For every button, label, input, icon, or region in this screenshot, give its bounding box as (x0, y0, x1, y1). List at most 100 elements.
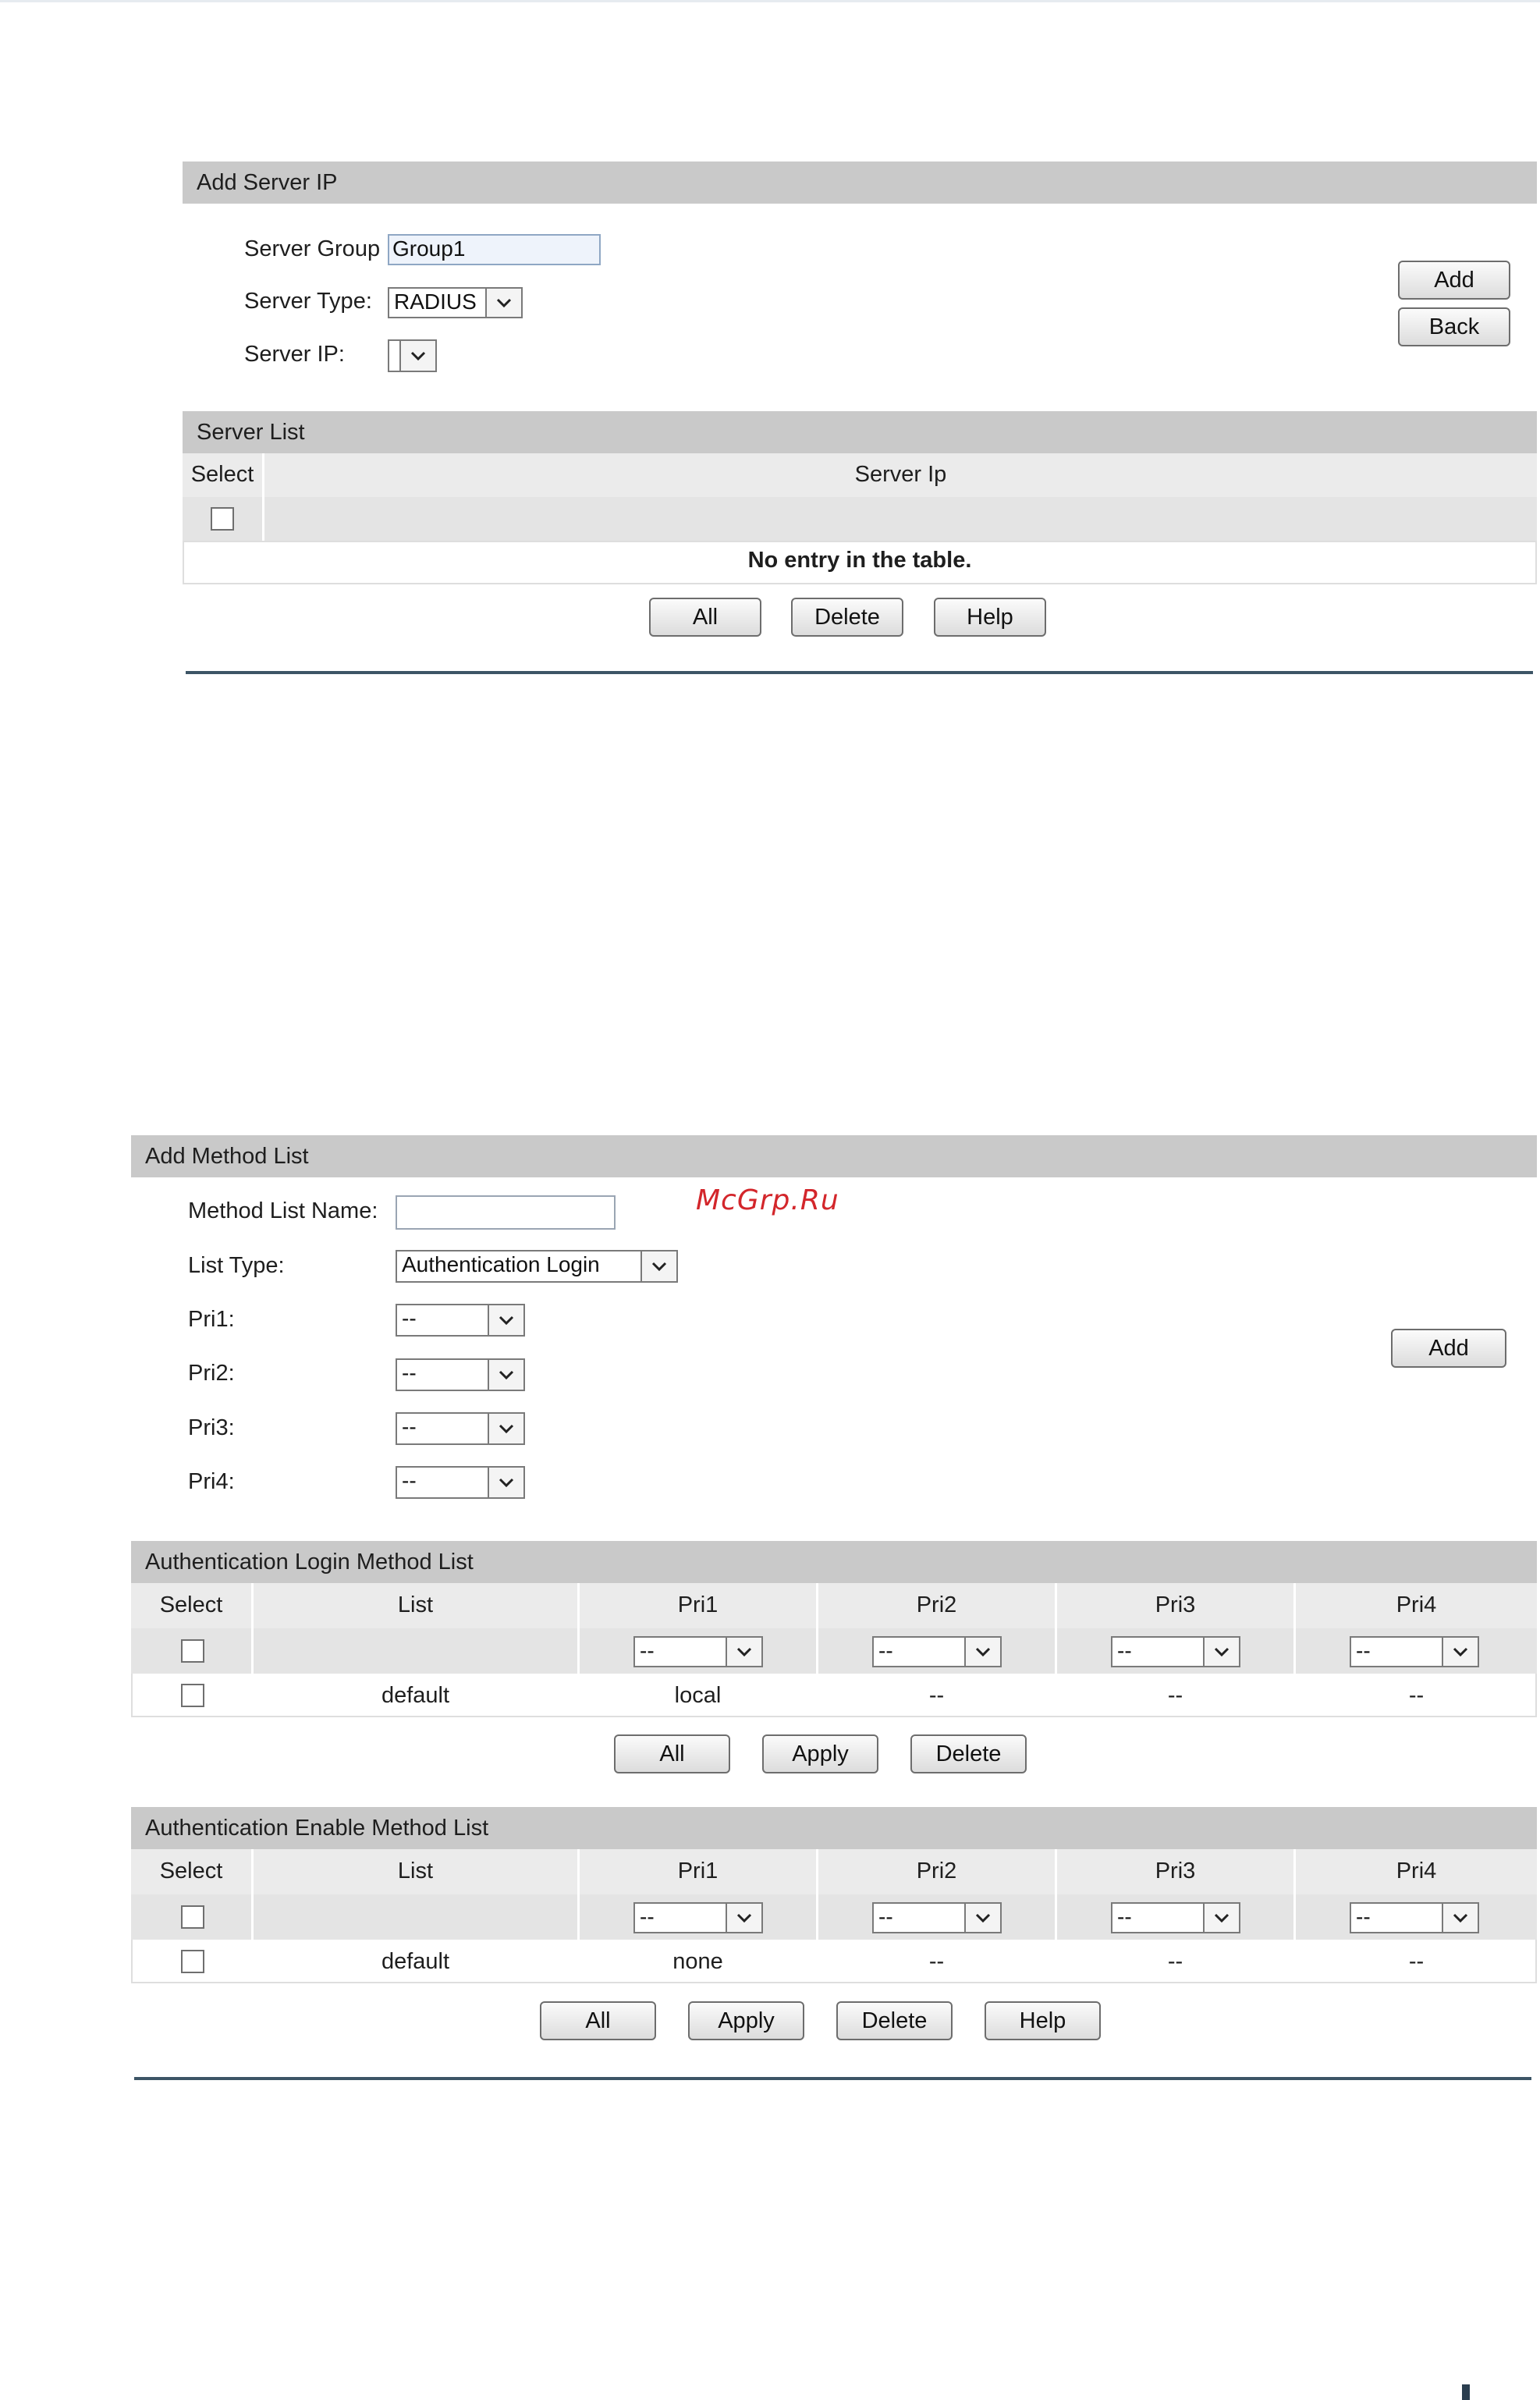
col-pri3: Pri3 (1155, 1592, 1196, 1617)
select-all-checkbox[interactable] (211, 507, 234, 531)
pri1-value: -- (402, 1306, 417, 1330)
pri4-value: -- (402, 1468, 417, 1493)
method-list-name-label: Method List Name: (188, 1198, 378, 1223)
filter-pri1-select[interactable]: -- (633, 1636, 763, 1667)
server-list-col-server-ip: Server Ip (854, 462, 947, 487)
auth-enable-list-title: Authentication Enable Method List (145, 1816, 489, 1841)
chevron-down-icon (964, 1904, 1000, 1932)
pri3-value: -- (402, 1415, 417, 1439)
pri3-select[interactable]: -- (396, 1412, 525, 1445)
server-group-input[interactable]: Group1 (388, 234, 601, 265)
row-pri2: -- (928, 1949, 945, 1974)
pri1-select[interactable]: -- (396, 1304, 525, 1337)
col-pri3: Pri3 (1155, 1859, 1196, 1883)
chevron-down-icon (488, 1305, 523, 1335)
col-pri2: Pri2 (916, 1859, 957, 1883)
col-pri4: Pri4 (1396, 1592, 1437, 1617)
chevron-down-icon (1203, 1638, 1239, 1666)
chevron-down-icon (1442, 1638, 1478, 1666)
chevron-down-icon (1203, 1904, 1239, 1932)
auth-enable-list-header: Authentication Enable Method List (131, 1807, 1537, 1849)
server-type-label: Server Type: (244, 289, 372, 314)
pri2-select[interactable]: -- (396, 1358, 525, 1391)
empty-table-message: No entry in the table. (747, 548, 972, 573)
filter-pri2-value: -- (878, 1905, 893, 1929)
server-ip-label: Server IP: (244, 342, 345, 367)
row-list-name: default (381, 1949, 450, 1974)
col-pri2: Pri2 (916, 1592, 957, 1617)
delete-button[interactable]: Delete (791, 598, 903, 637)
delete-button[interactable]: Delete (910, 1734, 1027, 1773)
filter-pri3-select[interactable]: -- (1111, 1636, 1240, 1667)
col-list: List (397, 1859, 434, 1883)
help-button[interactable]: Help (985, 2001, 1101, 2040)
col-pri1: Pri1 (677, 1859, 719, 1883)
col-list: List (397, 1592, 434, 1617)
chevron-down-icon (726, 1904, 761, 1932)
filter-pri4-select[interactable]: -- (1350, 1636, 1479, 1667)
apply-button[interactable]: Apply (762, 1734, 878, 1773)
method-list-name-input[interactable] (396, 1195, 616, 1230)
pri4-label: Pri4: (188, 1469, 235, 1494)
row-checkbox[interactable] (181, 1684, 204, 1707)
auth-login-list-header: Authentication Login Method List (131, 1541, 1537, 1583)
chevron-down-icon (726, 1638, 761, 1666)
add-method-list-title: Add Method List (145, 1144, 309, 1169)
col-select: Select (159, 1592, 223, 1617)
apply-button[interactable]: Apply (688, 2001, 804, 2040)
col-select: Select (159, 1859, 223, 1883)
server-list-col-select: Select (190, 462, 254, 487)
server-ip-select[interactable] (388, 339, 437, 372)
select-all-checkbox[interactable] (181, 1639, 204, 1663)
server-type-value: RADIUS (394, 289, 477, 314)
filter-pri2-select[interactable]: -- (872, 1636, 1002, 1667)
chevron-down-icon (399, 341, 435, 371)
pri4-select[interactable]: -- (396, 1466, 525, 1499)
row-pri3: -- (1167, 1683, 1183, 1708)
delete-button[interactable]: Delete (836, 2001, 953, 2040)
filter-pri3-select[interactable]: -- (1111, 1902, 1240, 1933)
row-list-name: default (381, 1683, 450, 1708)
add-server-button[interactable]: Add (1398, 261, 1510, 300)
all-button[interactable]: All (540, 2001, 656, 2040)
back-button[interactable]: Back (1398, 307, 1510, 346)
row-pri1: none (672, 1949, 723, 1974)
pri3-label: Pri3: (188, 1415, 235, 1440)
list-type-value: Authentication Login (402, 1252, 600, 1276)
watermark-text: McGrp.Ru (696, 1184, 839, 1216)
filter-pri3-value: -- (1117, 1905, 1132, 1929)
chevron-down-icon (488, 1414, 523, 1443)
filter-pri1-select[interactable]: -- (633, 1902, 763, 1933)
all-button[interactable]: All (614, 1734, 730, 1773)
auth-login-list-title: Authentication Login Method List (145, 1550, 474, 1575)
filter-pri1-value: -- (640, 1905, 655, 1929)
help-button[interactable]: Help (934, 598, 1046, 637)
filter-pri4-value: -- (1356, 1638, 1371, 1663)
col-pri1: Pri1 (677, 1592, 719, 1617)
server-type-select[interactable]: RADIUS (388, 287, 523, 318)
filter-pri4-select[interactable]: -- (1350, 1902, 1479, 1933)
list-type-label: List Type: (188, 1253, 285, 1278)
list-type-select[interactable]: Authentication Login (396, 1250, 678, 1283)
filter-pri4-value: -- (1356, 1905, 1371, 1929)
pri2-label: Pri2: (188, 1361, 235, 1386)
chevron-down-icon (640, 1251, 676, 1281)
server-list-title: Server List (197, 420, 305, 445)
chevron-down-icon (1442, 1904, 1478, 1932)
chevron-down-icon (488, 1468, 523, 1497)
filter-pri2-select[interactable]: -- (872, 1902, 1002, 1933)
row-pri3: -- (1167, 1949, 1183, 1974)
row-pri2: -- (928, 1683, 945, 1708)
filter-pri2-value: -- (878, 1638, 893, 1663)
all-button[interactable]: All (649, 598, 761, 637)
section-divider (186, 671, 1533, 674)
row-pri4: -- (1408, 1683, 1425, 1708)
filter-pri3-value: -- (1117, 1638, 1132, 1663)
section-divider (134, 2077, 1531, 2080)
pri1-label: Pri1: (188, 1307, 235, 1332)
row-checkbox[interactable] (181, 1950, 204, 1973)
page-corner-marker (1462, 2384, 1470, 2400)
add-method-button[interactable]: Add (1391, 1329, 1506, 1368)
select-all-checkbox[interactable] (181, 1905, 204, 1929)
pri2-value: -- (402, 1361, 417, 1385)
